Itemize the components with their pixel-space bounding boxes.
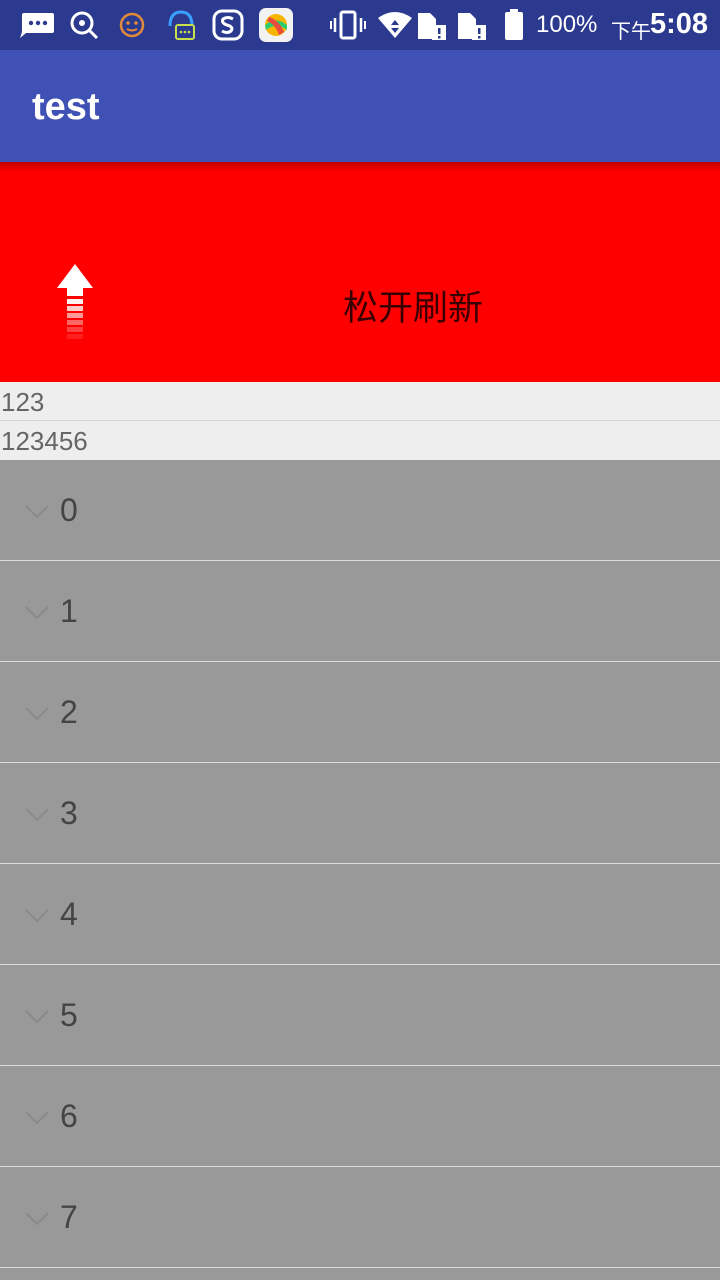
pull-refresh-header[interactable]: 松开刷新 [0, 162, 720, 382]
battery-percent: 100% [536, 11, 598, 38]
list-item[interactable]: 3 [0, 763, 720, 864]
list-item[interactable]: 1 [0, 561, 720, 662]
face-icon [118, 8, 146, 42]
sogou-s-icon [212, 8, 244, 42]
battery-icon [504, 8, 524, 42]
clock-time: 5:08 [650, 8, 709, 40]
list-item-label: 7 [60, 1199, 78, 1235]
list-item-label: 4 [60, 896, 78, 932]
list-item-label: 6 [60, 1098, 78, 1134]
expandable-list: 0 1 2 3 4 5 6 7 [0, 460, 720, 1268]
text-row: 123 [0, 382, 720, 421]
clock-ampm: 下午 [611, 19, 651, 43]
header-shadow [0, 162, 720, 172]
list-item-label: 1 [60, 593, 78, 629]
chat-bubble-icon [18, 8, 56, 42]
app-bar: test [0, 50, 720, 162]
list-item[interactable]: 2 [0, 662, 720, 763]
search-q-icon [68, 8, 100, 42]
chevron-down-icon [25, 1211, 49, 1226]
vibrate-icon [330, 8, 366, 42]
sim-alert-icon [416, 8, 448, 42]
chevron-down-icon [25, 908, 49, 923]
headset-icon [164, 8, 198, 42]
status-bar: 100% 下午 5:08 [0, 0, 720, 50]
list-item[interactable]: 6 [0, 1066, 720, 1167]
chevron-down-icon [25, 504, 49, 519]
arrow-up-icon [55, 262, 95, 346]
app-ball-icon [259, 8, 293, 42]
sim-alert-icon [456, 8, 488, 42]
chevron-down-icon [25, 807, 49, 822]
wifi-icon [377, 8, 413, 42]
refresh-label: 松开刷新 [343, 289, 484, 329]
chevron-down-icon [25, 1009, 49, 1024]
list-item-label: 0 [60, 492, 78, 528]
app-title: test [32, 86, 100, 128]
chevron-down-icon [25, 605, 49, 620]
list-item[interactable]: 7 [0, 1167, 720, 1268]
chevron-down-icon [25, 706, 49, 721]
list-item-label: 3 [60, 795, 78, 831]
list-item-label: 2 [60, 694, 78, 730]
list-item[interactable]: 0 [0, 460, 720, 561]
chevron-down-icon [25, 1110, 49, 1125]
list-item-label: 5 [60, 997, 78, 1033]
list-item[interactable]: 4 [0, 864, 720, 965]
list-item[interactable]: 5 [0, 965, 720, 1066]
text-row: 123456 [0, 421, 720, 460]
